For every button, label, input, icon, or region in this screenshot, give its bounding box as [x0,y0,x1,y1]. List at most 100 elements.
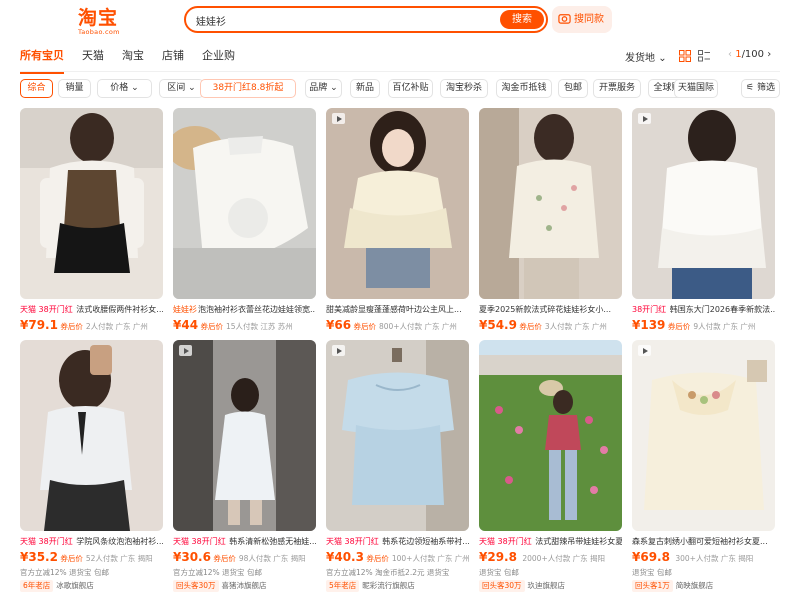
store-badge: 回头客30万 [173,580,219,592]
taobao-logo[interactable]: 淘宝 Taobao.com [78,8,148,38]
product-card[interactable]: 天猫 38开门红 法式收腰假两件衬衫女... ¥79.1 券后价 2人付款 广东 … [20,108,163,334]
store-name[interactable]: 玖迪旗舰店 [528,581,566,590]
product-title[interactable]: 天猫 38开门红 法式甜辣吊带娃娃衫女夏季202... [479,536,622,547]
filter-subsidy[interactable]: 百亿补贴 [388,79,433,98]
filter-tmall-global[interactable]: 天猫国际 [674,79,718,98]
filter-range[interactable]: 区间 ⌄ [159,79,204,98]
filter-free-shipping[interactable]: 包邮 [558,79,588,98]
title-text: 法式收腰假两件衬衫女... [76,305,163,314]
product-title[interactable]: 天猫 38开门红 法式收腰假两件衬衫女... [20,304,163,315]
filter-comprehensive[interactable]: 综合 [20,79,53,98]
filter-brand[interactable]: 品牌 ⌄ [305,79,342,98]
filter-invoice[interactable]: 开票服务 [593,79,641,98]
search-bar[interactable]: 娃娃衫 搜索 [184,6,548,33]
product-title[interactable]: 甜美减龄显瘦蓬蓬感荷叶边公主风上... [326,304,469,315]
product-photo [173,108,316,299]
sales-count: 800+人付款 [378,322,423,331]
product-title[interactable]: 天猫 38开门红 韩系清新松弛感无袖娃... [173,536,316,547]
product-card[interactable]: 天猫 38开门红 学院风条纹泡泡袖衬衫... ¥35.2 券后价 52人付款 广东… [20,340,163,592]
tab-enterprise[interactable]: 企业购 [202,48,235,68]
product-image[interactable] [326,340,469,531]
product-card[interactable]: 甜美减龄显瘦蓬蓬感荷叶边公主风上... ¥66 券后价 800+人付款 广东 广州 [326,108,469,334]
tab-taobao[interactable]: 淘宝 [122,48,144,68]
title-text: 法式甜辣吊带娃娃衫女夏季202... [535,537,622,546]
product-image[interactable] [479,108,622,299]
product-title[interactable]: 天猫 38开门红 学院风条纹泡泡袖衬衫... [20,536,163,547]
store-row[interactable]: 6年老店 冰歌旗舰店 [20,580,163,592]
product-title[interactable]: 夏季2025新款法式碎花娃娃衫女小... [479,304,622,315]
store-row[interactable]: 回头客30万 喜猪沛旗舰店 [173,580,316,592]
sales-count: 9人付款 [693,322,721,331]
price-value: ¥54.9 [479,318,517,332]
price-row: ¥139 券后价 9人付款 广东 广州 [632,318,775,334]
product-card[interactable]: 天猫 38开门红 法式甜辣吊带娃娃衫女夏季202... ¥29.8 2000+人… [479,340,622,592]
filter-coins[interactable]: 淘金币抵钱 [496,79,552,98]
price-row: ¥69.8 300+人付款 广东 揭阳 [632,550,775,566]
tab-shops[interactable]: 店铺 [162,48,184,68]
total-pages: /100 [741,49,765,60]
price-label: 券后价 [667,322,691,331]
product-image[interactable] [20,108,163,299]
product-card[interactable]: 夏季2025新款法式碎花娃娃衫女小... ¥54.9 券后价 3人付款 广东 广州 [479,108,622,334]
filter-flash-sale[interactable]: 淘宝秒杀 [440,79,488,98]
price-row: ¥44 券后价 15人付款 江苏 苏州 [173,318,316,334]
list-view-icon[interactable] [698,50,710,62]
product-photo [632,108,775,299]
next-page-icon[interactable]: › [767,49,771,60]
filter-new[interactable]: 新品 [350,79,380,98]
product-image[interactable] [20,340,163,531]
filter-promo[interactable]: 38开门红8.8折起 [200,79,296,98]
divider [20,71,780,72]
title-text: 韩国东大门2026春季新款法... [669,305,775,314]
product-card[interactable]: 天猫 38开门红 韩系花边领短袖系带衬... ¥40.3 券后价 100+人付款 … [326,340,470,592]
product-title[interactable]: 娃娃衫泡泡袖衬衫衣蕾丝花边娃娃领宽... [173,304,316,315]
grid-view-icon[interactable] [679,50,691,62]
product-card[interactable]: 娃娃衫泡泡袖衬衫衣蕾丝花边娃娃领宽... ¥44 券后价 15人付款 江苏 苏州 [173,108,316,334]
tab-all[interactable]: 所有宝贝 [20,48,64,74]
price-value: ¥139 [632,318,666,332]
product-card[interactable]: 森系复古刺绣小翻可爱短袖衬衫女夏... ¥69.8 300+人付款 广东 揭阳 … [632,340,775,592]
price-value: ¥69.8 [632,550,670,564]
title-text: 森系复古刺绣小翻可爱短袖衬衫女夏... [632,537,768,546]
filter-range-label: 区间 [167,83,186,93]
service-tags: 官方立减12% 退货宝 包邮 [20,568,109,577]
promo-tag: 天猫 38开门红 [326,537,379,546]
prev-page-icon[interactable]: ‹ [728,49,732,60]
ship-from-dropdown[interactable]: 发货地 ⌄ [625,49,667,64]
product-image[interactable] [632,340,775,531]
product-title[interactable]: 天猫 38开门红 韩系花边领短袖系带衬... [326,536,469,547]
store-badge: 6年老店 [20,580,54,592]
price-label: 券后价 [353,322,376,331]
search-input[interactable]: 娃娃衫 [196,13,226,28]
store-row[interactable]: 回头客30万 玖迪旗舰店 [479,580,622,592]
search-button[interactable]: 搜索 [500,10,544,29]
title-text: 泡泡袖衬衫衣蕾丝花边娃娃领宽... [198,305,316,314]
title-text: 韩系花边领短袖系带衬... [382,537,469,546]
store-name[interactable]: 冰歌旗舰店 [56,581,94,590]
price-value: ¥44 [173,318,199,332]
store-row[interactable]: 5年老店 昵彩流行旗舰店 [326,580,469,592]
price-label: 券后价 [519,322,542,331]
store-name[interactable]: 简映旗舰店 [676,581,714,590]
store-name[interactable]: 喜猪沛旗舰店 [222,581,267,590]
filter-price-label: 价格 [110,83,129,93]
store-row[interactable]: 回头客1万 简映旗舰店 [632,580,775,592]
video-icon [638,113,651,124]
store-badge: 回头客1万 [632,580,673,592]
store-name[interactable]: 昵彩流行旗舰店 [362,581,415,590]
image-search-button[interactable]: 搜同款 [552,6,612,33]
product-image[interactable] [632,108,775,299]
product-card[interactable]: 38开门红 韩国东大门2026春季新款法... ¥139 券后价 9人付款 广东 … [632,108,775,334]
filter-icon: ⚟ [746,83,755,93]
product-image[interactable] [173,340,316,531]
product-title[interactable]: 38开门红 韩国东大门2026春季新款法... [632,304,775,315]
product-title[interactable]: 森系复古刺绣小翻可爱短袖衬衫女夏... [632,536,775,547]
product-image[interactable] [173,108,316,299]
filter-sales[interactable]: 销量 [58,79,91,98]
product-image[interactable] [326,108,469,299]
filter-more[interactable]: ⚟ 筛选 [741,79,780,98]
filter-price[interactable]: 价格 ⌄ [97,79,152,98]
product-image[interactable] [479,340,622,531]
product-card[interactable]: 天猫 38开门红 韩系清新松弛感无袖娃... ¥30.6 券后价 98人付款 广东… [173,340,316,592]
tab-tmall[interactable]: 天猫 [82,48,104,68]
